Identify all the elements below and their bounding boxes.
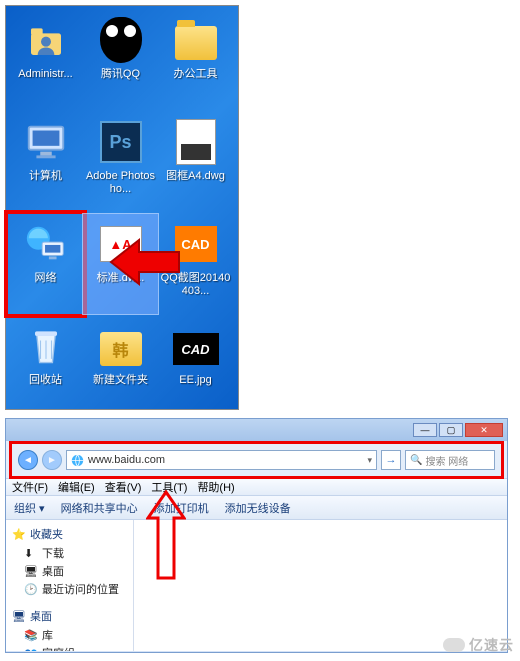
dropdown-icon[interactable]: ▾ [367,455,372,466]
menu-edit[interactable]: 编辑(E) [58,479,95,495]
icon-label: EE.jpg [179,374,211,387]
folder-icon: 韩 [97,322,145,370]
network-icon [22,220,70,268]
menu-view[interactable]: 查看(V) [105,479,142,495]
desktop-icon-new-folder[interactable]: 韩 新建文件夹 [83,316,158,416]
icon-label: 腾讯QQ [101,68,140,81]
toolbar-organize[interactable]: 组织 ▾ [14,500,45,516]
star-icon: ⭐ [12,528,26,540]
titlebar: — ▢ ✕ [6,419,507,441]
icon-label: Adobe Photosho... [85,170,157,195]
cad-thumb-icon: ▲A [97,220,145,268]
sidebar-item-downloads[interactable]: ⬇下载 [6,544,133,562]
minimize-button[interactable]: — [413,423,437,437]
globe-icon [71,454,84,467]
go-button[interactable]: → [381,450,401,470]
address-text: www.baidu.com [88,454,165,466]
icon-label: 办公工具 [174,68,218,81]
desktop-icon-standard-dwg[interactable]: ▲A 标准.dw... [83,214,158,314]
icon-label: 标准.dw... [97,272,145,285]
maximize-button[interactable]: ▢ [439,423,463,437]
cad-image-icon: CAD [172,322,220,370]
icon-label: 图框A4.dwg [166,170,225,183]
computer-icon [22,118,70,166]
user-folder-icon [22,16,70,64]
dwg-file-icon [172,118,220,166]
icon-label: QQ截图20140403... [160,272,232,297]
explorer-body: ⭐ 收藏夹 ⬇下载 🖥桌面 🕑最近访问的位置 🖥 桌面 📚库 👥家庭组 👤Adm… [6,520,507,651]
desktop-icon-photoshop[interactable]: Ps Adobe Photosho... [83,112,158,212]
sidebar-favorites-header[interactable]: ⭐ 收藏夹 [6,524,133,544]
close-button[interactable]: ✕ [465,423,503,437]
cad-thumb-icon: CAD [172,220,220,268]
desktop-icon-grid: Administr... 腾讯QQ 办公工具 计算机 Ps Adobe Phot… [6,6,238,420]
desktop: Administr... 腾讯QQ 办公工具 计算机 Ps Adobe Phot… [5,5,239,410]
watermark-logo-icon [443,638,465,652]
toolbar-add-wireless[interactable]: 添加无线设备 [225,500,291,516]
content-pane[interactable] [134,520,507,651]
address-bar-row: ◄ ► www.baidu.com ▾ → 🔍 搜索 网络 [12,444,501,476]
menu-file[interactable]: 文件(F) [12,479,48,495]
recycle-bin-icon [22,322,70,370]
desktop-icon-computer[interactable]: 计算机 [8,112,83,212]
desktop-icon-recycle-bin[interactable]: 回收站 [8,316,83,416]
library-icon: 📚 [24,629,38,641]
folder-icon [172,16,220,64]
icon-label: 计算机 [29,170,62,183]
icon-label: 回收站 [29,374,62,387]
desktop-icon-network[interactable]: 网络 [8,214,83,314]
toolbar-network-center[interactable]: 网络和共享中心 [61,500,138,516]
desktop-icon-administrator[interactable]: Administr... [8,10,83,110]
search-box[interactable]: 🔍 搜索 网络 [405,450,495,470]
sidebar: ⭐ 收藏夹 ⬇下载 🖥桌面 🕑最近访问的位置 🖥 桌面 📚库 👥家庭组 👤Adm… [6,520,134,651]
download-icon: ⬇ [24,547,38,559]
explorer-window: — ▢ ✕ ◄ ► www.baidu.com ▾ → 🔍 搜索 网络 文件(F… [5,418,508,653]
menu-bar: 文件(F) 编辑(E) 查看(V) 工具(T) 帮助(H) [6,478,507,496]
photoshop-icon: Ps [97,118,145,166]
search-placeholder: 搜索 网络 [425,453,468,468]
icon-label: Administr... [18,68,72,81]
desktop-icon-qq-screenshot[interactable]: CAD QQ截图20140403... [158,214,233,314]
watermark: 亿速云 [443,635,514,655]
address-bar[interactable]: www.baidu.com ▾ [66,450,377,470]
toolbar: 组织 ▾ 网络和共享中心 添加打印机 添加无线设备 [6,496,507,520]
desktop-icon-ee-jpg[interactable]: CAD EE.jpg [158,316,233,416]
icon-label: 网络 [35,272,57,285]
sidebar-item-desktop[interactable]: 🖥桌面 [6,562,133,580]
toolbar-add-printer[interactable]: 添加打印机 [154,500,209,516]
desktop-icon-dwg-a4[interactable]: 图框A4.dwg [158,112,233,212]
menu-tools[interactable]: 工具(T) [151,479,187,495]
icon-label: 新建文件夹 [93,374,148,387]
sidebar-desktop-header[interactable]: 🖥 桌面 [6,606,133,626]
recent-icon: 🕑 [24,583,38,595]
sidebar-item-libraries[interactable]: 📚库 [6,626,133,644]
desktop-icon-qq[interactable]: 腾讯QQ [83,10,158,110]
desktop-icon: 🖥 [12,610,26,622]
sidebar-item-recent[interactable]: 🕑最近访问的位置 [6,580,133,598]
menu-help[interactable]: 帮助(H) [197,479,234,495]
qq-icon [97,16,145,64]
nav-back-button[interactable]: ◄ [18,450,38,470]
nav-forward-button[interactable]: ► [42,450,62,470]
desktop-icon: 🖥 [24,565,38,577]
search-icon: 🔍 [410,455,422,466]
desktop-icon-office-tools[interactable]: 办公工具 [158,10,233,110]
homegroup-icon: 👥 [24,647,38,651]
sidebar-item-homegroup[interactable]: 👥家庭组 [6,644,133,651]
